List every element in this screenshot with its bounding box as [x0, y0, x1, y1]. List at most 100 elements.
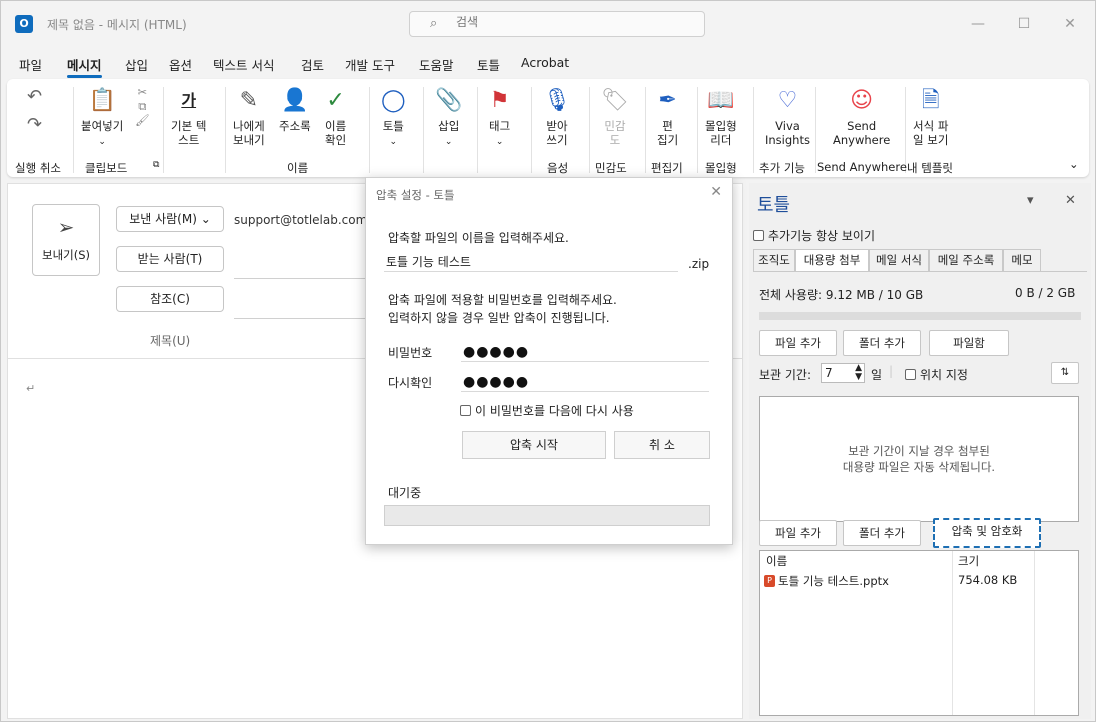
- ribbon-separator: [753, 87, 754, 173]
- sort-icon[interactable]: ⇅: [1051, 362, 1079, 384]
- menu-format-text[interactable]: 텍스트 서식: [213, 55, 274, 74]
- immersive-reader-button[interactable]: 📖 몰입형 리더: [705, 87, 737, 147]
- dictate-button[interactable]: 🎙 받아 쓰기: [543, 87, 571, 147]
- add-folder-button[interactable]: 폴더 추가: [843, 330, 921, 356]
- reuse-password-option[interactable]: 이 비밀번호를 다음에 다시 사용: [460, 402, 634, 420]
- sensitivity-label: 민감 도: [604, 119, 626, 147]
- group-voice: 음성: [547, 161, 569, 175]
- filename-prompt: 압축할 파일의 이름을 입력해주세요.: [388, 231, 569, 245]
- tags-button[interactable]: ⚑ 태그 ⌄: [489, 87, 510, 149]
- menu-review[interactable]: 검토: [301, 55, 324, 74]
- retention-stepper[interactable]: 7 ▲ ▼: [821, 363, 865, 383]
- basic-text-button[interactable]: 가 기본 텍 스트: [171, 87, 206, 147]
- compress-settings-dialog: 압축 설정 - 토틀 ✕ 압축할 파일의 이름을 입력해주세요. .zip 압축…: [365, 177, 733, 545]
- send-button[interactable]: ➢ 보내기(S): [32, 204, 100, 276]
- always-show-option[interactable]: 추가기능 항상 보이기: [753, 227, 875, 244]
- menu-options[interactable]: 옵션: [169, 55, 192, 74]
- to-button[interactable]: 받는 사람(T): [116, 246, 224, 272]
- group-editor: 편집기: [651, 161, 683, 175]
- set-location-checkbox[interactable]: [905, 369, 916, 380]
- set-location-option[interactable]: 위치 지정: [905, 366, 968, 383]
- check-names-button[interactable]: ✓ 이름 확인: [325, 87, 346, 147]
- column-divider: [952, 551, 953, 715]
- paste-button[interactable]: 📋 붙여넣기 ⌄: [81, 87, 123, 149]
- menu-totle[interactable]: 토틀: [477, 55, 500, 74]
- insert-button[interactable]: 📎 삽입 ⌄: [435, 87, 462, 149]
- confirm-password-input[interactable]: ●●●●●: [461, 372, 709, 392]
- add-file-button-2[interactable]: 파일 추가: [759, 520, 837, 546]
- copy-icon: ⧉: [138, 99, 147, 113]
- immersive-reader-label: 몰입형 리더: [705, 119, 737, 147]
- viva-insights-label: Viva Insights: [765, 119, 810, 147]
- menu-file[interactable]: 파일: [19, 55, 42, 74]
- templates-label: 서식 파 일 보기: [913, 119, 949, 147]
- viva-insights-button[interactable]: ♡ Viva Insights: [765, 87, 810, 147]
- ribbon-separator: [423, 87, 424, 173]
- totle-button[interactable]: ◯ 토틀 ⌄: [381, 87, 406, 149]
- filename-input[interactable]: [384, 252, 678, 272]
- address-book-button[interactable]: 👤 주소록: [279, 87, 311, 133]
- check-names-label: 이름 확인: [325, 119, 347, 147]
- minimize-button[interactable]: —: [963, 13, 993, 35]
- ribbon-separator: [225, 87, 226, 173]
- group-sensitivity: 민감도: [595, 161, 627, 175]
- column-divider: [1034, 551, 1035, 715]
- start-compress-button[interactable]: 압축 시작: [462, 431, 606, 459]
- cc-field[interactable]: [234, 318, 374, 319]
- menu-insert[interactable]: 삽입: [125, 55, 148, 74]
- file-name[interactable]: 토틀 기능 테스트.pptx: [778, 573, 889, 589]
- clipboard-tools[interactable]: ✂ ⧉ 🖌: [135, 85, 150, 127]
- editor-button[interactable]: ✒ 편 집기: [657, 87, 678, 147]
- chevron-down-icon: ⌄: [200, 212, 211, 226]
- group-my-templates: 내 템플릿: [907, 161, 953, 175]
- cc-button[interactable]: 참조(C): [116, 286, 224, 312]
- dialog-close-icon[interactable]: ✕: [710, 184, 722, 200]
- menu-developer[interactable]: 개발 도구: [345, 55, 395, 74]
- menu-help[interactable]: 도움말: [419, 55, 454, 74]
- tab-mail-format[interactable]: 메일 서식: [869, 249, 929, 271]
- search-icon: ⌕: [430, 16, 438, 31]
- to-field[interactable]: [234, 278, 374, 279]
- add-folder-button-2[interactable]: 폴더 추가: [843, 520, 921, 546]
- send-to-me-button[interactable]: ✎ 나에게 보내기: [233, 87, 265, 147]
- undo-button[interactable]: ↶ ↷: [27, 83, 42, 135]
- file-size: 754.08 KB: [958, 573, 1018, 587]
- format-painter-icon: 🖌: [135, 113, 150, 127]
- body-text-area[interactable]: ↵: [26, 382, 35, 395]
- send-to-me-label: 나에게 보내기: [233, 119, 265, 147]
- password-prompt-1: 압축 파일에 적용할 비밀번호를 입력해주세요.: [388, 293, 617, 307]
- search-box[interactable]: ⌕: [409, 11, 705, 37]
- ribbon-separator: [163, 87, 164, 173]
- close-button[interactable]: ✕: [1055, 13, 1085, 35]
- pane-close-icon[interactable]: ✕: [1065, 193, 1076, 208]
- compress-encrypt-button[interactable]: 압축 및 암호화: [933, 518, 1041, 548]
- password-input[interactable]: ●●●●●: [461, 342, 709, 362]
- maximize-button[interactable]: ☐: [1009, 13, 1039, 35]
- pane-menu-icon[interactable]: ▾: [1027, 193, 1034, 208]
- reuse-password-checkbox[interactable]: [460, 405, 471, 416]
- cancel-button[interactable]: 취 소: [614, 431, 710, 459]
- dialog-launcher-icon[interactable]: ⧉: [153, 160, 159, 170]
- group-undo: 실행 취소: [15, 161, 61, 175]
- tab-memo[interactable]: 메모: [1003, 249, 1041, 271]
- insert-label: 삽입: [438, 119, 460, 133]
- window-title: 제목 없음 - 메시지 (HTML): [47, 18, 187, 32]
- tab-address-book[interactable]: 메일 주소록: [929, 249, 1003, 271]
- templates-button[interactable]: 🗎 서식 파 일 보기: [913, 87, 948, 147]
- ribbon-collapse-button[interactable]: ⌄: [1069, 157, 1079, 171]
- tab-large-attachment[interactable]: 대용량 첨부: [795, 249, 869, 272]
- spin-arrows-icon[interactable]: ▲ ▼: [855, 364, 862, 382]
- menu-acrobat[interactable]: Acrobat: [521, 55, 569, 70]
- sensitivity-button[interactable]: 🏷 민감 도: [601, 87, 629, 147]
- always-show-checkbox[interactable]: [753, 230, 764, 241]
- send-anywhere-button[interactable]: ☺ Send Anywhere: [833, 87, 890, 147]
- subject-label: 제목(U): [150, 334, 191, 348]
- search-input[interactable]: [456, 15, 656, 29]
- group-names: 이름: [287, 161, 309, 175]
- group-add-ins: 추가 기능: [759, 161, 805, 175]
- menu-message[interactable]: 메시지: [67, 55, 102, 78]
- from-button[interactable]: 보낸 사람(M) ⌄: [116, 206, 224, 232]
- tab-org-chart[interactable]: 조직도: [753, 249, 795, 271]
- file-box-button[interactable]: 파일함: [929, 330, 1009, 356]
- add-file-button[interactable]: 파일 추가: [759, 330, 837, 356]
